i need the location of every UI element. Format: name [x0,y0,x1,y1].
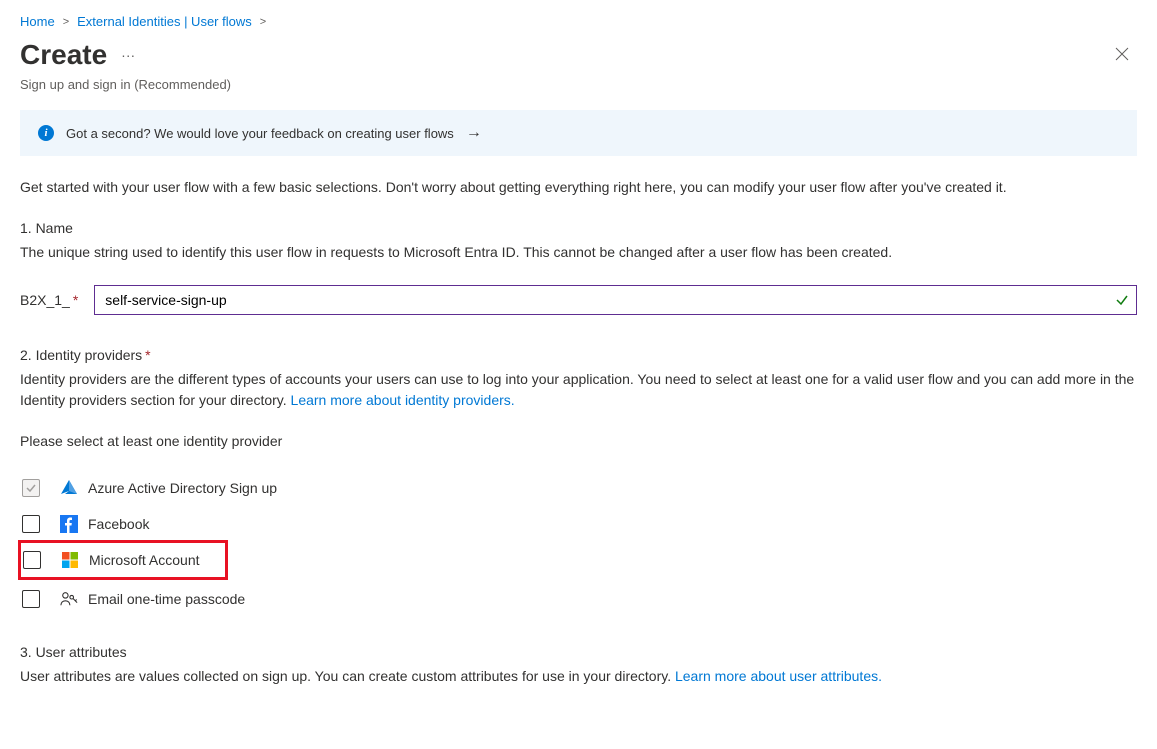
name-prefix-label: B2X_1_* [20,292,78,308]
provider-label-microsoft-account: Microsoft Account [89,552,200,568]
intro-text: Get started with your user flow with a f… [20,178,1137,198]
breadcrumb-external-identities[interactable]: External Identities | User flows [77,14,252,29]
chevron-right-icon: > [63,16,69,28]
check-icon [25,482,37,494]
learn-providers-link[interactable]: Learn more about identity providers. [291,392,515,408]
arrow-right-icon: → [466,124,482,142]
info-icon: i [38,125,54,141]
checkbox-azure-ad [22,479,40,497]
name-input-row: B2X_1_* [20,285,1137,315]
provider-label-azure-ad: Azure Active Directory Sign up [88,480,277,496]
checkbox-facebook[interactable] [22,515,40,533]
provider-item-facebook: Facebook [20,515,1137,533]
required-asterisk: * [73,292,78,308]
check-icon [1115,293,1129,307]
section-attributes-desc: User attributes are values collected on … [20,666,1137,687]
provider-list: Azure Active Directory Sign up Facebook [20,479,1137,608]
breadcrumb-home[interactable]: Home [20,14,55,29]
checkbox-email-otp[interactable] [22,590,40,608]
azure-ad-icon [60,479,78,497]
facebook-icon [60,515,78,533]
close-button[interactable] [1107,39,1137,69]
section-providers-desc: Identity providers are the different typ… [20,369,1137,411]
section-name-desc: The unique string used to identify this … [20,242,1137,263]
highlight-microsoft-account: Microsoft Account [18,540,228,580]
close-icon [1115,47,1129,61]
section-providers-heading: 2. Identity providers* [20,347,1137,363]
learn-attributes-link[interactable]: Learn more about user attributes. [675,668,882,684]
provider-item-azure-ad: Azure Active Directory Sign up [20,479,1137,497]
flow-name-input[interactable] [94,285,1137,315]
checkbox-microsoft-account[interactable] [23,551,41,569]
feedback-bar[interactable]: i Got a second? We would love your feedb… [20,110,1137,156]
more-menu-button[interactable]: ··· [121,47,135,63]
providers-instruction: Please select at least one identity prov… [20,433,1137,449]
user-key-icon [60,590,78,608]
provider-label-facebook: Facebook [88,516,149,532]
breadcrumb: Home > External Identities | User flows … [20,14,1137,29]
section-name-heading: 1. Name [20,220,1137,236]
section-attributes-heading: 3. User attributes [20,644,1137,660]
feedback-text: Got a second? We would love your feedbac… [66,126,454,141]
page-subtitle: Sign up and sign in (Recommended) [20,77,1137,92]
provider-label-email-otp: Email one-time passcode [88,591,245,607]
microsoft-icon [61,551,79,569]
page-header: Create ··· [20,39,1137,71]
page-title: Create [20,39,107,71]
provider-item-email-otp: Email one-time passcode [20,590,1137,608]
chevron-right-icon: > [260,16,266,28]
required-asterisk: * [145,347,150,363]
